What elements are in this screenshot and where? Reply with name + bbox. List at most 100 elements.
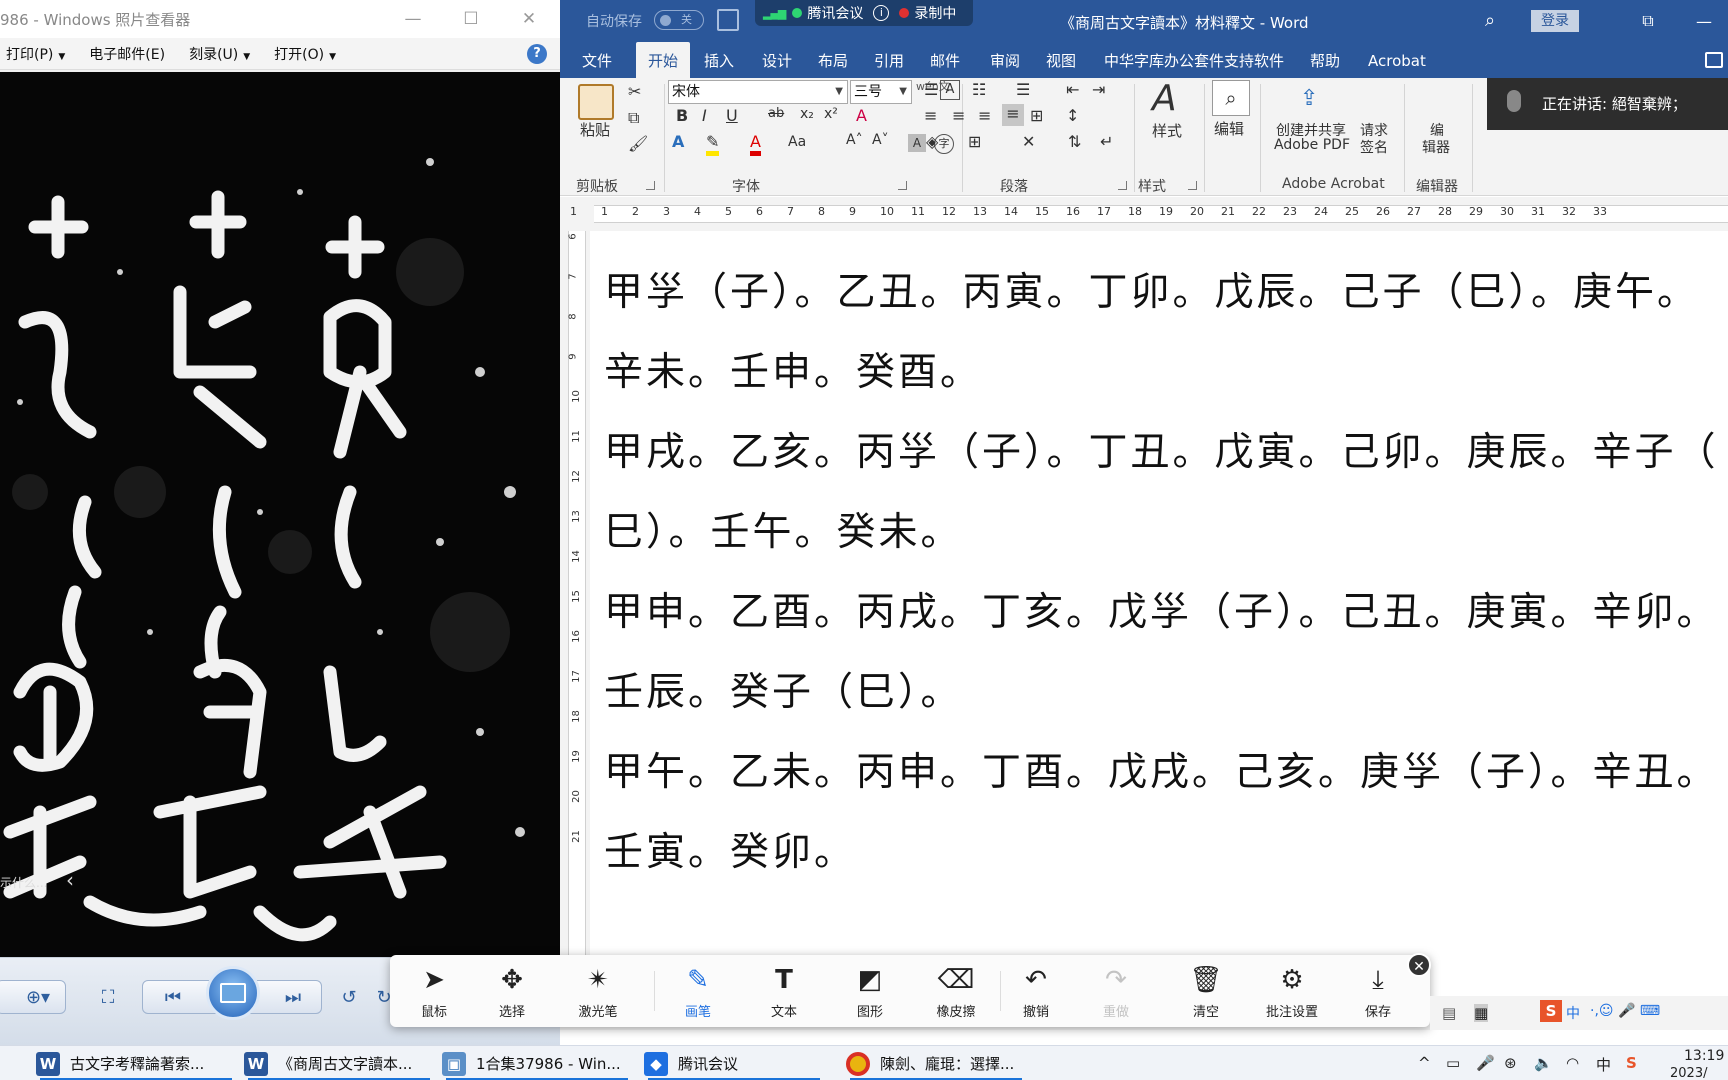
multilevel-list-icon[interactable]: ☰ [1016, 80, 1030, 99]
tab-zhonghua[interactable]: 中华字库办公套件支持软件 [1104, 42, 1284, 78]
viewer-titlebar[interactable]: 986 - Windows 照片查看器 — ☐ ✕ [0, 0, 560, 38]
menu-open[interactable]: 打开(O) ▼ [274, 44, 336, 64]
chinese-layout-icon[interactable]: ✕ [1022, 132, 1035, 151]
ime-tray-label[interactable]: 中 [1596, 1054, 1611, 1075]
text-effects-icon[interactable]: A [672, 132, 684, 151]
ime-mode[interactable]: 中 [1566, 1003, 1580, 1023]
horizontal-ruler[interactable]: 1 1 2 3 4 5 6 7 8 9 10 11 12 13 14 15 16 17 18 19 20 21 22 23 24… [560, 197, 1728, 231]
paste-icon[interactable] [578, 84, 614, 120]
menu-email[interactable]: 电子邮件(E) [89, 44, 165, 64]
font-size-combo[interactable]: 三号 ▼ [850, 80, 912, 104]
sogou-tray-icon[interactable]: S [1626, 1054, 1637, 1072]
font-color-icon[interactable]: A [750, 132, 761, 156]
battery-icon[interactable]: ▭ [1446, 1054, 1460, 1072]
tab-view[interactable]: 视图 [1046, 42, 1076, 78]
strikethrough-icon[interactable]: ab [768, 106, 784, 121]
print-layout-icon[interactable]: ▦ [1474, 1004, 1489, 1022]
zoom-icon[interactable]: ⊕▾ [18, 983, 58, 1011]
italic-icon[interactable]: I [702, 106, 707, 125]
font-launcher-icon[interactable] [898, 181, 907, 190]
show-marks-icon[interactable]: ↵ [1100, 132, 1113, 151]
tab-mailings[interactable]: 邮件 [930, 42, 960, 78]
volume-icon[interactable]: 🔈 [1534, 1054, 1553, 1072]
close-icon[interactable]: ✕ [500, 0, 558, 38]
taskbar-item-tencent-meeting[interactable]: ◆ 腾讯会议 [644, 1046, 824, 1080]
paragraph-launcher-icon[interactable] [1118, 181, 1127, 190]
search-icon[interactable]: ⌕ [1485, 10, 1495, 31]
paste-button[interactable]: 粘贴 [580, 119, 610, 140]
meeting-status-pill[interactable]: ▂▄▆ 腾讯会议 i 录制中 [755, 0, 973, 26]
copy-icon[interactable]: ⧉ [628, 108, 639, 128]
shrink-font-icon[interactable]: A˅ [872, 132, 889, 148]
tool-redo[interactable]: ↷ 重做 [1076, 955, 1156, 1027]
taskbar-item-chrome[interactable]: 陳劍、龐琨：選擇... [846, 1046, 1026, 1080]
align-center-icon[interactable]: ≡ [952, 106, 965, 125]
info-icon[interactable]: i [873, 5, 890, 21]
tab-file[interactable]: 文件 [582, 42, 612, 78]
character-border-icon[interactable]: A [940, 80, 960, 100]
underline-icon[interactable]: U [726, 106, 738, 125]
wifi-icon[interactable]: ◠ [1566, 1054, 1579, 1072]
tool-eraser[interactable]: ⌫ 橡皮擦 [916, 955, 996, 1027]
ribbon-display-icon[interactable]: ⧉ [1620, 0, 1676, 42]
tool-clear[interactable]: 🗑 清空 [1166, 955, 1246, 1027]
read-mode-icon[interactable]: ▤ [1442, 1004, 1456, 1022]
next-icon[interactable]: ⏭ [278, 983, 308, 1011]
tool-shape[interactable]: ◩ 图形 [830, 955, 910, 1027]
find-icon[interactable]: ⌕ [1212, 80, 1250, 116]
align-left-icon[interactable]: ≡ [924, 106, 937, 125]
line-spacing-icon[interactable]: ↕ [1066, 106, 1079, 125]
tool-pen[interactable]: ✎ 画笔 [658, 955, 738, 1027]
vertical-ruler[interactable]: 6 7 8 9 10 11 12 13 14 15 16 17 18 19 20 21 [560, 231, 590, 961]
slideshow-button[interactable] [206, 966, 260, 1020]
tab-help[interactable]: 帮助 [1310, 42, 1340, 78]
create-pdf-icon[interactable]: ⇪ [1300, 86, 1318, 111]
tab-design[interactable]: 设计 [762, 42, 792, 78]
tab-acrobat[interactable]: Acrobat [1368, 42, 1426, 78]
tool-text[interactable]: T 文本 [744, 955, 824, 1027]
comments-icon[interactable] [1705, 52, 1723, 68]
styles-launcher-icon[interactable] [1188, 181, 1197, 190]
tool-save[interactable]: ⤓ 保存 [1338, 955, 1418, 1027]
font-name-combo[interactable]: 宋体 ▼ [668, 80, 848, 104]
autosave-toggle[interactable]: 关 [654, 10, 704, 30]
chevron-up-icon[interactable]: ^ [1418, 1054, 1431, 1072]
numbering-icon[interactable]: ☷ [972, 80, 986, 99]
distributed-icon[interactable]: ⊞ [1030, 106, 1043, 125]
rotate-left-icon[interactable]: ↺ [335, 983, 363, 1011]
highlight-icon[interactable]: ✎ [706, 132, 720, 156]
borders-icon[interactable]: ⊞ [968, 132, 981, 151]
align-right-icon[interactable]: ≡ [978, 106, 991, 125]
subscript-icon[interactable]: x₂ [800, 106, 814, 122]
tool-annotation-settings[interactable]: ⚙ 批注设置 [1252, 955, 1332, 1027]
login-button[interactable]: 登录 [1531, 10, 1579, 32]
taskbar-item-word-2[interactable]: W 《商周古文字讀本... [244, 1046, 434, 1080]
bullets-icon[interactable]: ☰ [924, 80, 938, 99]
tab-references[interactable]: 引用 [874, 42, 904, 78]
taskbar-item-word-1[interactable]: W 古文字考釋論著索... [36, 1046, 236, 1080]
fit-window-icon[interactable]: ⛶ [94, 983, 122, 1011]
shading-icon[interactable]: ◈ [926, 132, 938, 151]
save-icon[interactable] [717, 9, 739, 31]
ime-toolbar-icons[interactable]: ·,☺ 🎤 ⌨ [1590, 1003, 1660, 1019]
help-icon[interactable]: ? [527, 44, 547, 64]
decrease-indent-icon[interactable]: ⇤ [1066, 80, 1079, 99]
taskbar-item-photo-viewer[interactable]: ▣ 1合集37986 - Win... [442, 1046, 632, 1080]
styles-button[interactable]: 样式 [1152, 120, 1182, 141]
tool-undo[interactable]: ↶ 撤销 [996, 955, 1076, 1027]
maximize-icon[interactable]: ☐ [442, 0, 500, 38]
document-page[interactable]: 甲㜽（子）。乙丑。丙寅。丁卯。戊辰。己子（巳）。庚午。 辛未。壬申。癸酉。 甲戌。乙… [598, 231, 1728, 961]
superscript-icon[interactable]: x² [824, 106, 838, 122]
minimize-icon[interactable]: — [384, 0, 442, 38]
format-painter-icon[interactable]: 🖌 [628, 134, 648, 153]
close-toolbar-icon[interactable]: ✕ [1407, 953, 1431, 977]
clear-formatting-icon[interactable]: A [856, 106, 867, 125]
clock-date[interactable]: 2023/ [1670, 1066, 1707, 1080]
previous-icon[interactable]: ⏮ [158, 983, 188, 1011]
tab-home[interactable]: 开始 [636, 42, 691, 78]
word-titlebar[interactable]: 自动保存 关 《商周古文字讀本》材料釋文 - Word ⌕ 登录 ⧉ — [560, 0, 1728, 42]
chevron-left-icon[interactable]: ‹ [66, 868, 74, 892]
minimize-icon[interactable]: — [1676, 0, 1728, 42]
menu-print[interactable]: 打印(P) ▼ [6, 44, 65, 64]
character-shading-icon[interactable]: A [908, 134, 926, 152]
